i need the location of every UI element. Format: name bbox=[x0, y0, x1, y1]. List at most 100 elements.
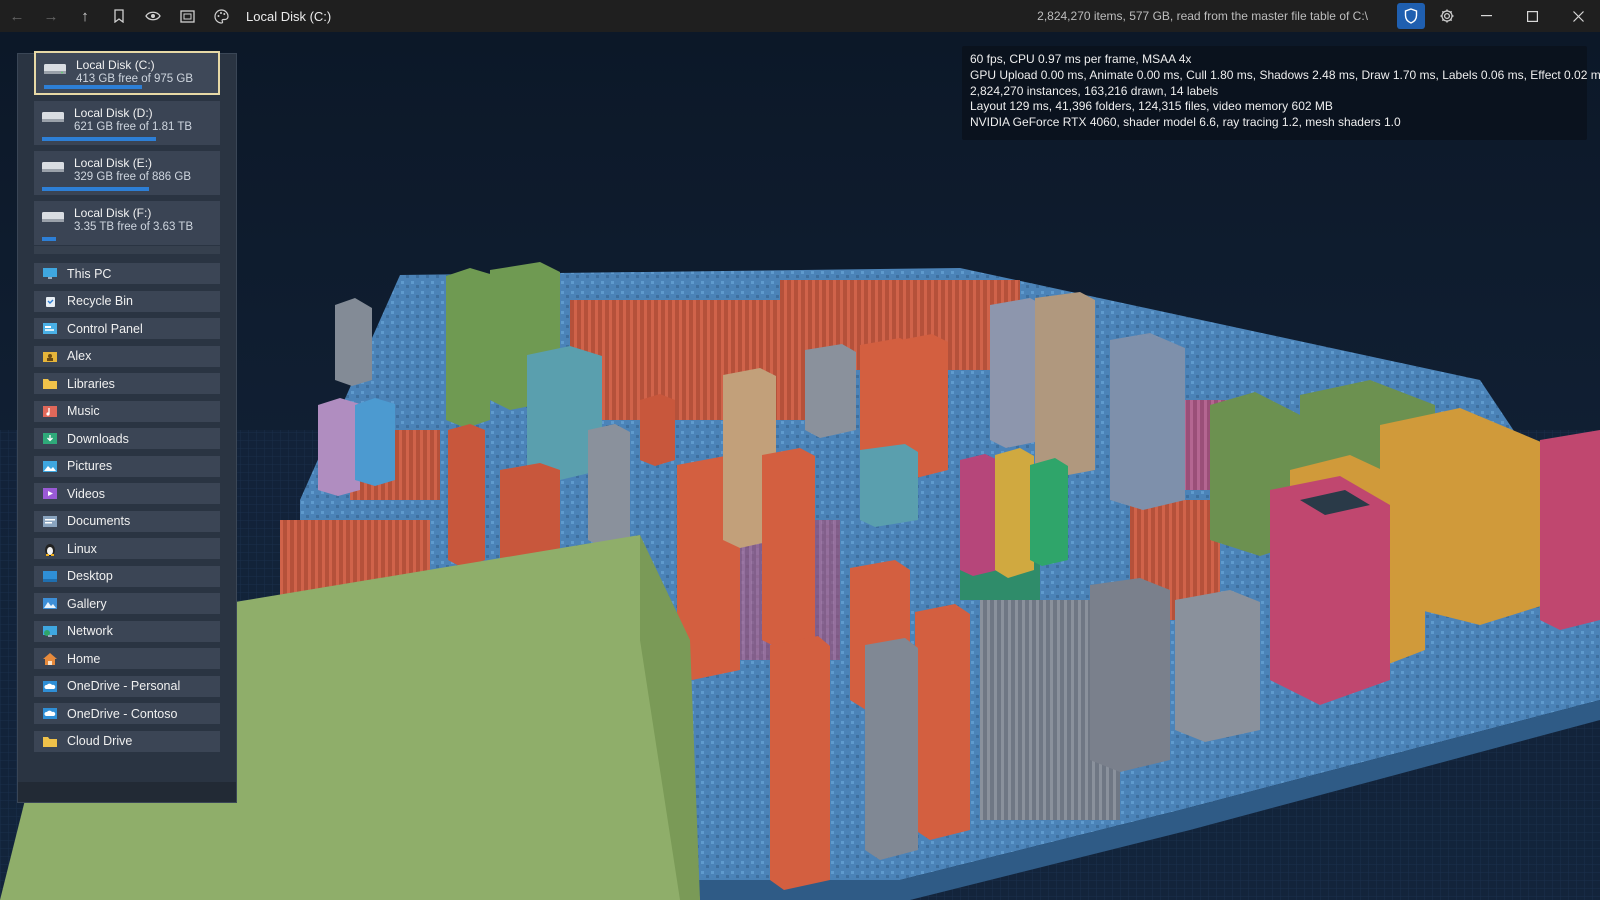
user-folder-icon bbox=[42, 350, 58, 363]
sidebar-item-label: OneDrive - Contoso bbox=[67, 706, 178, 721]
sidebar-item-onedrive-personal[interactable]: OneDrive - Personal bbox=[34, 675, 220, 697]
sidebar-item-videos[interactable]: Videos bbox=[34, 483, 220, 504]
sidebar-item-music[interactable]: Music bbox=[34, 400, 220, 422]
drive-free-space: 621 GB free of 1.81 TB bbox=[74, 121, 193, 133]
sidebar-item-label: Linux bbox=[67, 541, 97, 556]
maximize-icon bbox=[1526, 10, 1538, 22]
home-icon bbox=[42, 652, 58, 665]
shield-button[interactable] bbox=[1397, 3, 1425, 29]
back-arrow-icon[interactable]: ← bbox=[0, 0, 34, 32]
close-button[interactable] bbox=[1555, 0, 1600, 32]
hard-drive-icon bbox=[44, 64, 66, 74]
gallery-icon bbox=[42, 597, 58, 610]
drive-name: Local Disk (D:) bbox=[74, 106, 153, 120]
sidebar-item-linux[interactable]: Linux bbox=[34, 538, 220, 559]
sidebar-item-pictures[interactable]: Pictures bbox=[34, 455, 220, 477]
pictures-icon bbox=[42, 460, 58, 473]
network-icon bbox=[42, 625, 58, 638]
minimize-icon bbox=[1480, 15, 1492, 17]
forward-arrow-icon[interactable]: → bbox=[34, 0, 68, 32]
video-icon bbox=[42, 487, 58, 500]
title-bar: ← → ↑ Local Disk (C:) 2,824,270 items, 5… bbox=[0, 0, 1600, 32]
sidebar-item-label: Music bbox=[67, 404, 100, 418]
palette-icon[interactable] bbox=[204, 0, 238, 32]
sidebar-item-label: Control Panel bbox=[67, 321, 143, 336]
sidebar-item-control-panel[interactable]: Control Panel bbox=[34, 318, 220, 339]
shield-icon bbox=[1404, 8, 1418, 24]
sidebar-item-label: Libraries bbox=[67, 376, 115, 391]
sidebar-item-documents[interactable]: Documents bbox=[34, 510, 220, 532]
drive-free-space: 329 GB free of 886 GB bbox=[74, 171, 191, 183]
maximize-button[interactable] bbox=[1509, 0, 1555, 32]
sidebar-item-label: Pictures bbox=[67, 459, 113, 473]
sidebar-footer bbox=[18, 782, 236, 802]
close-icon bbox=[1572, 10, 1584, 22]
download-icon bbox=[42, 432, 58, 445]
sidebar-item-network[interactable]: Network bbox=[34, 620, 220, 642]
hard-drive-icon bbox=[42, 162, 64, 172]
sidebar-item-cloud-drive[interactable]: Cloud Drive bbox=[34, 730, 220, 752]
gear-icon bbox=[1440, 9, 1454, 23]
settings-button[interactable] bbox=[1432, 3, 1462, 29]
drive-item-c[interactable]: Local Disk (C:) 413 GB free of 975 GB bbox=[34, 51, 220, 95]
sidebar-item-home[interactable]: Home bbox=[34, 648, 220, 669]
control-panel-icon bbox=[42, 322, 58, 335]
frame-icon[interactable] bbox=[170, 0, 204, 32]
drive-usage-bar bbox=[42, 137, 156, 141]
eye-icon[interactable] bbox=[136, 0, 170, 32]
stats-line: GPU Upload 0.00 ms, Animate 0.00 ms, Cul… bbox=[970, 67, 1600, 82]
drive-usage-bar bbox=[42, 187, 149, 191]
desktop-icon bbox=[42, 570, 58, 583]
hard-drive-icon bbox=[42, 212, 64, 222]
sidebar: Local Disk (C:) 413 GB free of 975 GB Lo… bbox=[17, 51, 237, 803]
sidebar-item-label: Network bbox=[67, 624, 113, 638]
folder-icon bbox=[42, 377, 58, 390]
sidebar-item-label: Home bbox=[67, 651, 101, 666]
sidebar-item-label: Desktop bbox=[67, 569, 113, 583]
sidebar-item-onedrive-contoso[interactable]: OneDrive - Contoso bbox=[34, 703, 220, 724]
minimize-button[interactable] bbox=[1463, 0, 1509, 32]
drive-name: Local Disk (F:) bbox=[74, 206, 152, 220]
up-arrow-icon[interactable]: ↑ bbox=[68, 0, 102, 32]
monitor-icon bbox=[42, 267, 58, 280]
sidebar-item-label: Videos bbox=[67, 486, 105, 501]
folder-icon bbox=[42, 735, 58, 748]
sidebar-item-desktop[interactable]: Desktop bbox=[34, 565, 220, 587]
drive-free-space: 413 GB free of 975 GB bbox=[76, 73, 193, 85]
drive-usage-bar bbox=[44, 85, 142, 89]
sidebar-item-label: Gallery bbox=[67, 596, 107, 611]
drive-free-space: 3.35 TB free of 3.63 TB bbox=[74, 221, 194, 233]
treemap-3d-view[interactable] bbox=[0, 32, 1600, 900]
linux-penguin-icon bbox=[42, 542, 58, 556]
sidebar-item-downloads[interactable]: Downloads bbox=[34, 428, 220, 449]
hard-drive-icon bbox=[42, 112, 64, 122]
drive-usage-bar bbox=[42, 237, 56, 241]
stats-line: 60 fps, CPU 0.97 ms per frame, MSAA 4x bbox=[970, 52, 1192, 66]
sidebar-item-gallery[interactable]: Gallery bbox=[34, 593, 220, 614]
sidebar-item-label: Downloads bbox=[67, 431, 129, 446]
sidebar-item-label: Cloud Drive bbox=[67, 734, 133, 748]
sidebar-item-recycle-bin[interactable]: Recycle Bin bbox=[34, 290, 220, 312]
sidebar-item-label: This PC bbox=[67, 266, 112, 281]
drive-name: Local Disk (C:) bbox=[76, 58, 155, 72]
bookmark-icon[interactable] bbox=[102, 0, 136, 32]
drive-item-f[interactable]: Local Disk (F:) 3.35 TB free of 3.63 TB bbox=[34, 201, 220, 245]
performance-stats-panel: 60 fps, CPU 0.97 ms per frame, MSAA 4x G… bbox=[962, 46, 1600, 140]
drive-item-e[interactable]: Local Disk (E:) 329 GB free of 886 GB bbox=[34, 151, 220, 195]
sidebar-item-label: OneDrive - Personal bbox=[67, 679, 181, 693]
sidebar-item-this-pc[interactable]: This PC bbox=[34, 263, 220, 284]
music-icon bbox=[42, 405, 58, 418]
window-title: Local Disk (C:) bbox=[246, 8, 332, 24]
sidebar-item-label: Documents bbox=[67, 514, 131, 528]
drive-name: Local Disk (E:) bbox=[74, 156, 153, 170]
scan-status: 2,824,270 items, 577 GB, read from the m… bbox=[1037, 9, 1368, 23]
sidebar-divider bbox=[34, 246, 220, 254]
cloud-icon bbox=[42, 680, 58, 693]
documents-icon bbox=[42, 515, 58, 528]
drive-item-d[interactable]: Local Disk (D:) 621 GB free of 1.81 TB bbox=[34, 101, 220, 145]
sidebar-item-alex[interactable]: Alex bbox=[34, 345, 220, 367]
cloud-icon bbox=[42, 707, 58, 720]
stats-line: 2,824,270 instances, 163,216 drawn, 14 l… bbox=[970, 83, 1219, 98]
recycle-bin-icon bbox=[42, 295, 58, 308]
sidebar-item-libraries[interactable]: Libraries bbox=[34, 373, 220, 394]
